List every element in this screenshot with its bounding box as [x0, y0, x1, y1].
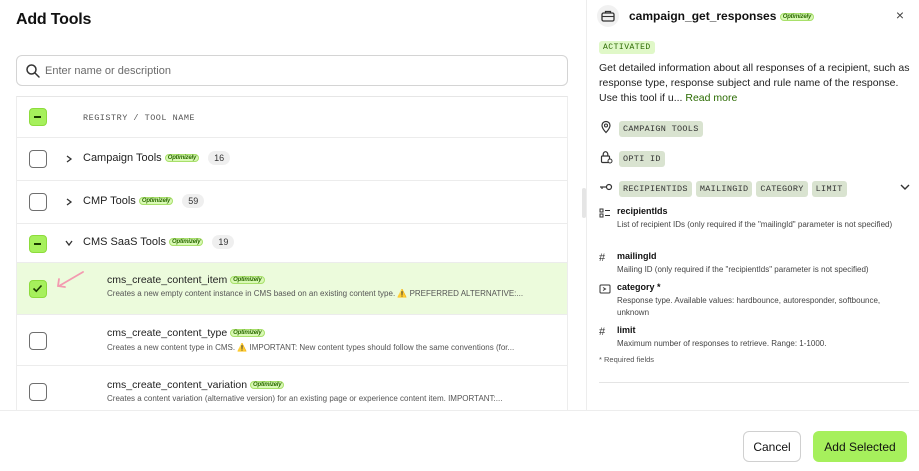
tool-checkbox[interactable]: [29, 383, 47, 401]
select-all-checkbox[interactable]: [29, 108, 47, 126]
chevron-down-icon[interactable]: [64, 238, 74, 248]
param-description: Response type. Available values: hardbou…: [617, 296, 881, 317]
param-description: Maximum number of responses to retrieve.…: [617, 339, 827, 348]
add-selected-button[interactable]: Add Selected: [813, 431, 907, 462]
param-description: Mailing ID (only required if the "recipi…: [617, 265, 869, 274]
group-label: CMP Tools Optimizely 59: [83, 194, 205, 208]
tool-count-badge: 19: [212, 235, 235, 249]
check-icon: [32, 284, 43, 293]
optimizely-badge: Optimizely: [164, 154, 200, 162]
group-checkbox[interactable]: [29, 150, 47, 168]
tool-list: REGISTRY / TOOL NAME Campaign Tools Opti…: [16, 96, 568, 410]
detail-title: campaign_get_responses Optimizely: [629, 9, 815, 23]
detail-description: Get detailed information about all respo…: [599, 62, 910, 104]
pointer-arrow-icon: [56, 271, 84, 288]
tool-picker-panel: Add Tools REGISTRY / TOOL NAME Campaign …: [0, 0, 586, 410]
param-chip: MAILINGID: [695, 181, 753, 197]
cancel-button[interactable]: Cancel: [743, 431, 801, 462]
chevron-right-icon[interactable]: [64, 154, 74, 164]
list-header: REGISTRY / TOOL NAME: [17, 97, 567, 138]
lock-icon: [600, 151, 613, 164]
group-row-cmp-tools[interactable]: CMP Tools Optimizely 59: [17, 181, 567, 224]
optimizely-badge: Optimizely: [230, 329, 265, 337]
auth-chip: OPTI ID: [619, 151, 665, 167]
param-chip: RECIPIENTIDS: [619, 181, 692, 197]
tool-name: cms_create_content_type Optimizely: [107, 327, 265, 339]
param-name: recipientIds: [617, 206, 668, 216]
group-label: Campaign Tools Optimizely 16: [83, 151, 231, 165]
required-note: * Required fields: [599, 355, 655, 364]
tool-count-badge: 59: [182, 194, 205, 208]
close-icon[interactable]: ×: [893, 8, 907, 22]
search-icon: [26, 64, 40, 78]
list-icon: [599, 208, 610, 218]
param-limit: # limit Maximum number of responses to r…: [599, 325, 909, 355]
param-description: List of recipient IDs (only required if …: [617, 220, 893, 229]
divider: [599, 382, 909, 383]
registry-chip-group: CAMPAIGN TOOLS: [619, 118, 707, 137]
param-mailingid: # mailingId Mailing ID (only required if…: [599, 251, 909, 281]
registry-chip: CAMPAIGN TOOLS: [619, 121, 703, 137]
tool-detail-panel: campaign_get_responses Optimizely × ACTI…: [586, 0, 919, 410]
optimizely-badge: Optimizely: [250, 381, 285, 389]
optimizely-badge: Optimizely: [169, 238, 204, 246]
hash-icon: #: [599, 252, 606, 264]
group-checkbox[interactable]: [29, 235, 47, 253]
search-input[interactable]: [45, 60, 555, 82]
param-name: limit: [617, 325, 636, 335]
param-recipientids: recipientIds List of recipient IDs (only…: [599, 206, 909, 250]
tool-description: Creates a content variation (alternative…: [107, 394, 503, 403]
page-title: Add Tools: [16, 11, 92, 28]
param-chip: CATEGORY: [756, 181, 808, 197]
tool-row-cms-create-content-type[interactable]: cms_create_content_type Optimizely Creat…: [17, 315, 567, 366]
param-name: mailingId: [617, 251, 657, 261]
add-tools-dialog: Add Tools REGISTRY / TOOL NAME Campaign …: [0, 0, 919, 471]
key-icon: [600, 183, 613, 191]
tool-count-badge: 16: [208, 151, 231, 165]
optimizely-badge: Optimizely: [138, 197, 174, 205]
toolbox-icon: [597, 5, 619, 27]
enum-icon: [599, 284, 611, 294]
optimizely-badge: Optimizely: [230, 276, 265, 284]
auth-chip-group: OPTI ID: [619, 148, 669, 167]
group-checkbox[interactable]: [29, 193, 47, 211]
location-pin-icon: [601, 120, 611, 134]
search-box: [16, 55, 568, 86]
status-badge: ACTIVATED: [599, 41, 655, 54]
tool-row-cms-create-content-item[interactable]: cms_create_content_item Optimizely Creat…: [17, 263, 567, 315]
chevron-down-icon[interactable]: [899, 182, 911, 192]
hash-icon: #: [599, 326, 606, 338]
param-category: category * Response type. Available valu…: [599, 282, 909, 322]
column-header: REGISTRY / TOOL NAME: [83, 113, 196, 123]
group-row-campaign-tools[interactable]: Campaign Tools Optimizely 16: [17, 138, 567, 181]
param-chip: LIMIT: [811, 181, 847, 197]
read-more-link[interactable]: Read more: [685, 92, 737, 104]
tool-checkbox[interactable]: [29, 332, 47, 350]
param-name: category *: [617, 282, 661, 292]
tool-row-cms-create-content-variation[interactable]: cms_create_content_variation Optimizely …: [17, 366, 567, 410]
parameter-chip-group: RECIPIENTIDS MAILINGID CATEGORY LIMIT: [619, 178, 851, 197]
tool-name: cms_create_content_item Optimizely: [107, 274, 265, 286]
chevron-right-icon[interactable]: [64, 197, 74, 207]
group-row-cms-saas-tools[interactable]: CMS SaaS Tools Optimizely 19: [17, 224, 567, 263]
tool-description: Creates a new empty content instance in …: [107, 289, 524, 298]
group-label: CMS SaaS Tools Optimizely 19: [83, 235, 235, 249]
optimizely-badge: Optimizely: [779, 13, 815, 21]
tool-name: cms_create_content_variation Optimizely: [107, 379, 285, 391]
tool-checkbox[interactable]: [29, 280, 47, 298]
dialog-footer: Cancel Add Selected: [0, 410, 919, 471]
tool-description: Creates a new content type in CMS. ⚠️ IM…: [107, 343, 515, 352]
